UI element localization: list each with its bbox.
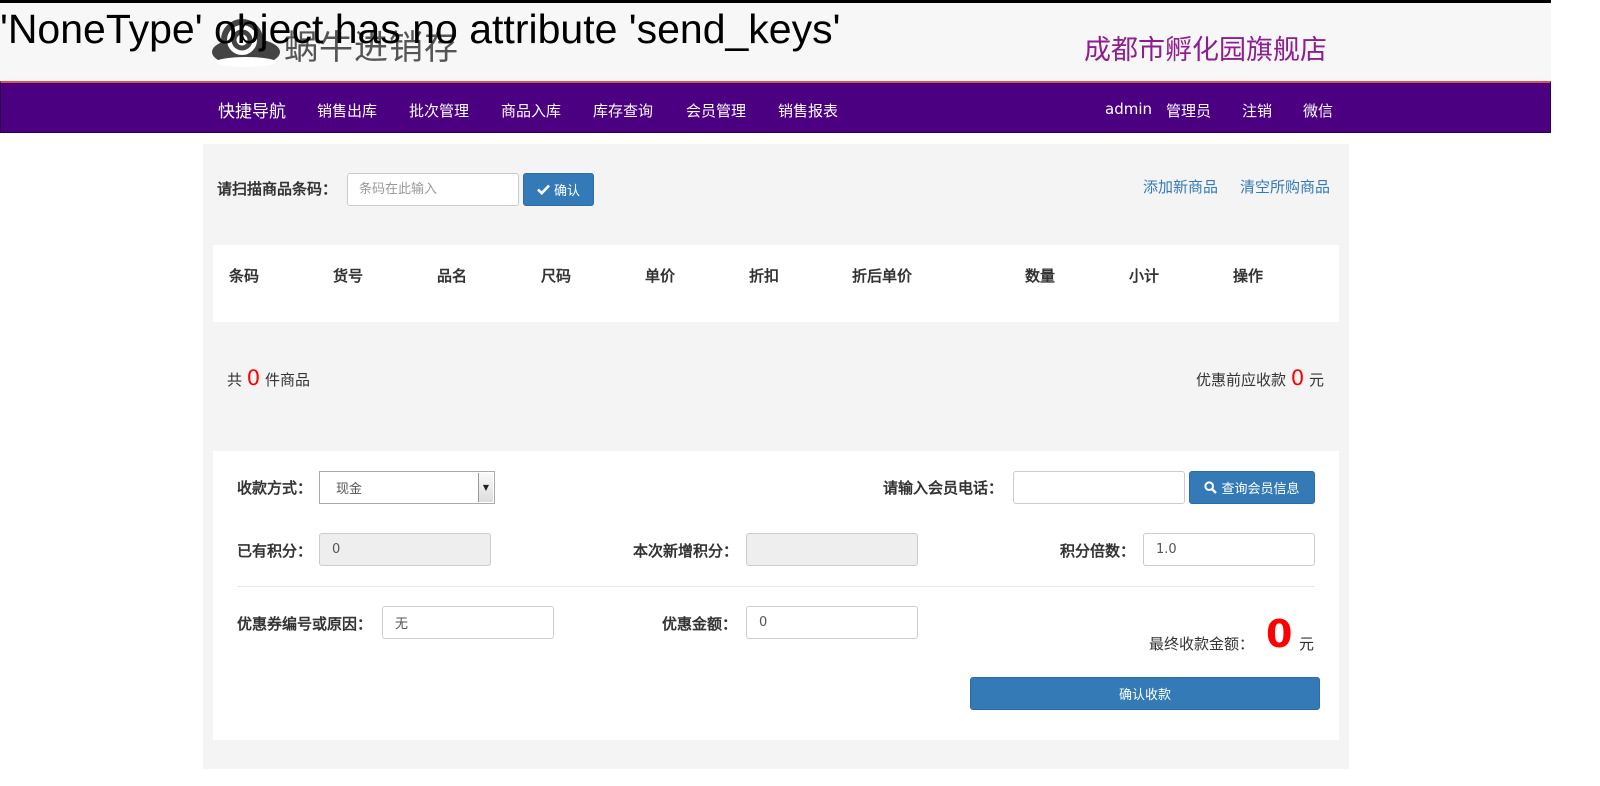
count-suffix: 件商品 [264,371,310,389]
coupon-input[interactable]: 无 [382,606,554,639]
new-points-label: 本次新增积分： [633,542,739,560]
col-header-discounted-price: 折后单价 [852,267,913,285]
existing-points-label: 已有积分： [237,542,313,560]
discount-amount-label: 优惠金额： [662,615,738,633]
nav-logout[interactable]: 注销 [1242,100,1272,121]
prepay-unit: 元 [1308,371,1324,389]
points-multiplier-label: 积分倍数： [1060,542,1136,560]
col-header-discount: 折扣 [749,267,780,285]
prepay-label: 优惠前应收款 [1196,371,1287,389]
final-amount-label: 最终收款金额： [1149,635,1255,653]
col-header-actions: 操作 [1233,267,1264,285]
item-count: 0 [246,366,261,390]
nav-user-name[interactable]: admin [1105,100,1152,118]
scan-label: 请扫描商品条码： [217,180,338,198]
confirm-payment-label: 确认收款 [1118,688,1171,703]
count-prefix: 共 [227,371,243,389]
existing-points-field: 0 [319,533,491,566]
prepay-value: 0 [1290,366,1305,390]
nav-item-stock-in[interactable]: 商品入库 [501,100,561,121]
confirm-payment-button[interactable]: 确认收款 [970,677,1320,710]
nav-user-role[interactable]: 管理员 [1166,100,1211,121]
points-multiplier-input[interactable]: 1.0 [1143,533,1315,566]
payment-method-select[interactable]: 现金 ▼ [319,471,495,504]
final-amount-unit: 元 [1299,635,1315,653]
confirm-barcode-button[interactable]: 确认 [523,173,594,206]
col-header-product-name: 品名 [437,267,468,285]
col-header-size: 尺码 [541,267,572,285]
member-phone-input[interactable] [1013,471,1185,504]
nav-item-inventory[interactable]: 库存查询 [593,100,653,121]
clear-cart-link[interactable]: 清空所购商品 [1240,176,1330,197]
payment-method-value: 现金 [336,482,363,497]
new-points-field [746,533,918,566]
chevron-down-icon[interactable]: ▼ [478,473,493,502]
error-message: 'NoneType' object has no attribute 'send… [0,6,841,52]
shop-name: 成都市孵化园旗舰店 [1084,35,1327,66]
confirm-label: 确认 [553,184,580,199]
nav-brand[interactable]: 快捷导航 [218,97,286,122]
col-header-subtotal: 小计 [1129,267,1160,285]
add-product-link[interactable]: 添加新商品 [1143,176,1218,197]
check-icon [537,184,550,195]
nav-item-members[interactable]: 会员管理 [686,100,746,121]
nav-item-batch[interactable]: 批次管理 [409,100,469,121]
discount-amount-input[interactable]: 0 [746,606,918,639]
main-navbar: 快捷导航 销售出库 批次管理 商品入库 库存查询 会员管理 销售报表 admin… [0,81,1551,133]
item-count-summary: 共 0 件商品 [227,366,310,390]
nav-item-sales-out[interactable]: 销售出库 [317,100,377,121]
final-amount-value: 0 [1266,612,1293,656]
nav-item-sales-report[interactable]: 销售报表 [778,100,838,121]
col-header-unit-price: 单价 [645,267,676,285]
col-header-item-no: 货号 [333,267,364,285]
section-divider [237,586,1315,587]
payment-method-label: 收款方式： [237,479,313,497]
barcode-input[interactable] [347,173,519,206]
col-header-quantity: 数量 [1025,267,1056,285]
member-phone-label: 请输入会员电话： [883,479,1004,497]
nav-wechat[interactable]: 微信 [1303,100,1333,121]
prepay-summary: 优惠前应收款 0 元 [1196,366,1324,390]
query-member-label: 查询会员信息 [1221,482,1300,497]
coupon-label: 优惠券编号或原因： [237,615,373,633]
col-header-barcode: 条码 [229,267,260,285]
query-member-button[interactable]: 查询会员信息 [1189,471,1315,504]
search-icon [1204,481,1218,494]
